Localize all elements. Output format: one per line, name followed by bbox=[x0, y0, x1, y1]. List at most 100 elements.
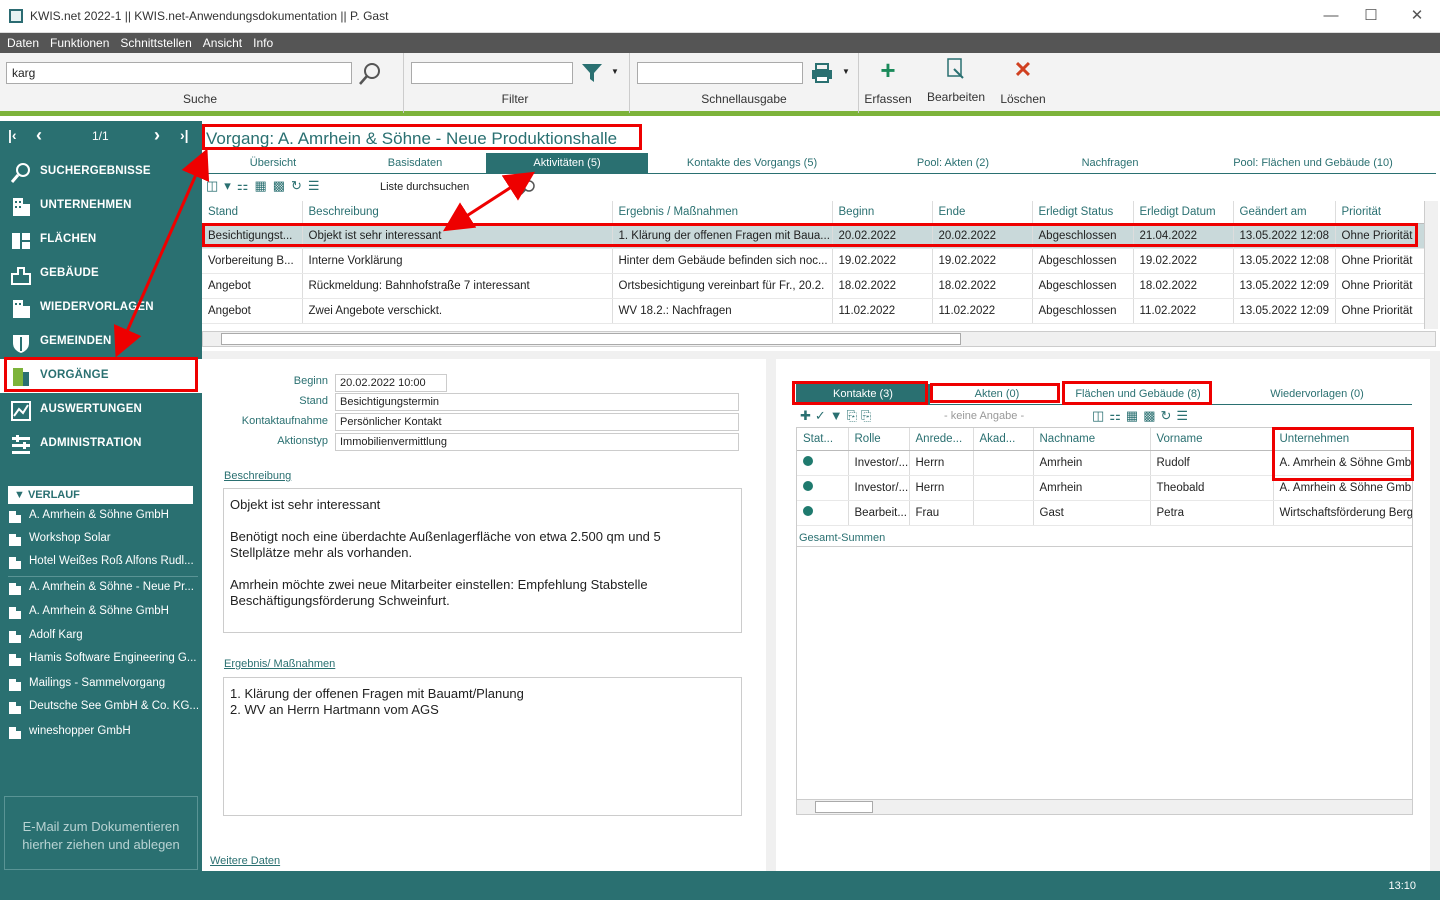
history-item[interactable]: Deutsche See GmbH & Co. KG... bbox=[8, 696, 198, 719]
contacts-grid[interactable]: Stat... Rolle Anrede... Akad... Nachname… bbox=[796, 427, 1413, 807]
col-ergebnis[interactable]: Ergebnis / Maßnahmen bbox=[612, 201, 833, 224]
filter-icon[interactable] bbox=[580, 62, 604, 84]
history-item[interactable]: Workshop Solar bbox=[8, 528, 198, 551]
col-akad[interactable]: Akad... bbox=[973, 428, 1034, 451]
horizontal-scrollbar[interactable] bbox=[796, 799, 1413, 815]
bearbeiten-button[interactable]: Bearbeiten bbox=[925, 57, 987, 111]
menu-funktionen[interactable]: Funktionen bbox=[43, 33, 113, 50]
col-status[interactable]: Stat... bbox=[797, 428, 849, 451]
menu-schnittstellen[interactable]: Schnittstellen bbox=[113, 33, 195, 50]
menu-ansicht[interactable]: Ansicht bbox=[196, 33, 246, 50]
table-row[interactable]: Besichtigungst... Objekt ist sehr interes… bbox=[202, 223, 1424, 249]
nav-gebaeude[interactable]: GEBÄUDE bbox=[0, 257, 202, 291]
table-row[interactable]: Vorbereitung B... Interne Vorklärung Hinte… bbox=[202, 248, 1424, 274]
col-beschreibung[interactable]: Beschreibung bbox=[302, 201, 613, 224]
col-unternehmen[interactable]: Unternehmen bbox=[1273, 428, 1412, 451]
tab-flaechen-gebaeude[interactable]: Flächen und Gebäude (8) bbox=[1066, 384, 1210, 404]
print-icon[interactable] bbox=[810, 62, 834, 84]
typ-field[interactable]: Immobilienvermittlung bbox=[335, 433, 739, 451]
tab-pool-akten[interactable]: Pool: Akten (2) bbox=[898, 153, 1008, 173]
nav-wiedervorlagen[interactable]: WIEDERVORLAGEN bbox=[0, 291, 202, 325]
activities-grid[interactable]: Stand Beschreibung Ergebnis / Maßnahmen … bbox=[202, 201, 1424, 336]
kontakt-field[interactable]: Persönlicher Kontakt bbox=[335, 413, 739, 431]
keine-angabe-select[interactable]: - keine Angabe - bbox=[944, 410, 1024, 422]
col-stand[interactable]: Stand bbox=[202, 201, 303, 224]
prev-page-icon[interactable]: ‹ bbox=[36, 125, 42, 146]
erfassen-button[interactable]: + Erfassen bbox=[862, 57, 914, 111]
table-row[interactable]: Investor/... Herrn Amrhein Theobald A. Amrhe… bbox=[797, 475, 1412, 501]
history-item[interactable]: wineshopper GmbH bbox=[8, 721, 198, 744]
quick-output-input[interactable] bbox=[637, 62, 803, 84]
grid-toolbar-icons[interactable]: ◫▾⚏▦▩↻☰ bbox=[206, 178, 376, 196]
nav-unternehmen[interactable]: UNTERNEHMEN bbox=[0, 189, 202, 223]
filter-dropdown-icon[interactable]: ▼ bbox=[611, 67, 619, 76]
history-item[interactable]: A. Amrhein & Söhne GmbH bbox=[8, 505, 198, 528]
vertical-scrollbar[interactable] bbox=[1424, 201, 1438, 329]
table-row[interactable]: Angebot Rückmeldung: Bahnhofstraße 7 inte… bbox=[202, 273, 1424, 299]
close-icon[interactable]: ✕ bbox=[1402, 6, 1432, 26]
history-item[interactable]: Adolf Karg bbox=[8, 625, 198, 648]
nav-vorgaenge[interactable]: VORGÄNGE bbox=[0, 359, 202, 393]
email-drop-zone[interactable]: E-Mail zum Dokumentieren hierher ziehen … bbox=[4, 796, 198, 870]
loeschen-button[interactable]: ✕ Löschen bbox=[998, 57, 1048, 111]
table-row[interactable]: Bearbeit... Frau Gast Petra Wirtschaftsförde… bbox=[797, 500, 1412, 526]
nav-administration[interactable]: ADMINISTRATION bbox=[0, 427, 202, 461]
ergebnis-link[interactable]: Ergebnis/ Maßnahmen bbox=[224, 658, 335, 670]
nav-flaechen[interactable]: FLÄCHEN bbox=[0, 223, 202, 257]
table-row[interactable]: Investor/... Herrn Amrhein Rudolf A. Amrhein… bbox=[797, 450, 1412, 476]
history-item[interactable]: A. Amrhein & Söhne GmbH bbox=[8, 601, 198, 624]
history-item[interactable]: A. Amrhein & Söhne - Neue Pr... bbox=[8, 576, 198, 599]
maximize-icon[interactable]: ☐ bbox=[1356, 6, 1386, 26]
contact-grid-icons[interactable]: ◫⚏▦▩↻☰ bbox=[1092, 408, 1252, 424]
search-icon[interactable] bbox=[357, 61, 383, 87]
first-page-icon[interactable]: |‹ bbox=[8, 127, 17, 143]
table-row[interactable]: Angebot Zwei Angebote verschickt. WV 18.2.… bbox=[202, 298, 1424, 324]
col-erledigt-datum[interactable]: Erledigt Datum bbox=[1133, 201, 1234, 224]
horizontal-scrollbar[interactable] bbox=[202, 331, 1436, 347]
print-dropdown-icon[interactable]: ▼ bbox=[842, 67, 850, 76]
minimize-icon[interactable]: — bbox=[1316, 6, 1346, 26]
tab-aktivitaeten[interactable]: Aktivitäten (5) bbox=[486, 153, 648, 173]
ergebnis-memo[interactable]: 1. Klärung der offenen Fragen mit Bauamt… bbox=[223, 677, 742, 816]
tab-uebersicht[interactable]: Übersicht bbox=[222, 153, 324, 173]
weitere-daten-link[interactable]: Weitere Daten bbox=[210, 855, 280, 867]
history-item[interactable]: Hotel Weißes Roß Alfons Rudl... bbox=[8, 551, 198, 574]
history-item[interactable]: Mailings - Sammelvorgang bbox=[8, 673, 198, 696]
menu-info[interactable]: Info bbox=[246, 33, 277, 50]
tab-nachfragen[interactable]: Nachfragen bbox=[1062, 153, 1158, 173]
history-item[interactable]: Hamis Software Engineering G... bbox=[8, 648, 198, 671]
col-prioritaet[interactable]: Priorität bbox=[1335, 201, 1424, 224]
col-beginn[interactable]: Beginn bbox=[832, 201, 933, 224]
nav-auswertungen[interactable]: AUSWERTUNGEN bbox=[0, 393, 202, 427]
tab-kontakte-vorgang[interactable]: Kontakte des Vorgangs (5) bbox=[672, 153, 832, 173]
beginn-field[interactable]: 20.02.2022 10:00 bbox=[335, 374, 447, 392]
scrollbar-thumb[interactable] bbox=[815, 801, 873, 813]
nav-suchergebnisse[interactable]: SUCHERGEBNISSE bbox=[0, 155, 202, 189]
beschreibung-link[interactable]: Beschreibung bbox=[224, 470, 291, 482]
search-input[interactable]: karg bbox=[6, 62, 352, 84]
stand-field[interactable]: Besichtigungstermin bbox=[335, 393, 739, 411]
tab-basisdaten[interactable]: Basisdaten bbox=[362, 153, 468, 173]
scrollbar-thumb[interactable] bbox=[221, 333, 961, 345]
contact-toolbar-icons[interactable]: ✚✓▼⎘⎘ bbox=[800, 408, 940, 424]
tab-pool-flaechen[interactable]: Pool: Flächen und Gebäude (10) bbox=[1218, 153, 1408, 173]
col-ende[interactable]: Ende bbox=[932, 201, 1033, 224]
search-icon[interactable] bbox=[520, 179, 536, 195]
nav-gemeinden[interactable]: GEMEINDEN bbox=[0, 325, 202, 359]
list-search-input[interactable]: Liste durchsuchen bbox=[376, 179, 538, 197]
col-geaendert[interactable]: Geändert am bbox=[1233, 201, 1336, 224]
tab-akten[interactable]: Akten (0) bbox=[932, 384, 1062, 404]
col-erledigt-status[interactable]: Erledigt Status bbox=[1032, 201, 1134, 224]
verlauf-header[interactable]: ▼ VERLAUF bbox=[8, 486, 193, 504]
next-page-icon[interactable]: › bbox=[154, 125, 160, 146]
menu-daten[interactable]: Daten bbox=[0, 33, 43, 50]
last-page-icon[interactable]: ›| bbox=[180, 127, 189, 143]
col-vorname[interactable]: Vorname bbox=[1150, 428, 1274, 451]
tab-wiedervorlagen[interactable]: Wiedervorlagen (0) bbox=[1262, 384, 1372, 404]
filter-input[interactable] bbox=[411, 62, 573, 84]
col-nachname[interactable]: Nachname bbox=[1033, 428, 1151, 451]
tab-kontakte[interactable]: Kontakte (3) bbox=[796, 384, 930, 404]
beschreibung-memo[interactable]: Objekt ist sehr interessant Benötigt noc… bbox=[223, 488, 742, 633]
col-anrede[interactable]: Anrede... bbox=[909, 428, 974, 451]
col-rolle[interactable]: Rolle bbox=[848, 428, 910, 451]
